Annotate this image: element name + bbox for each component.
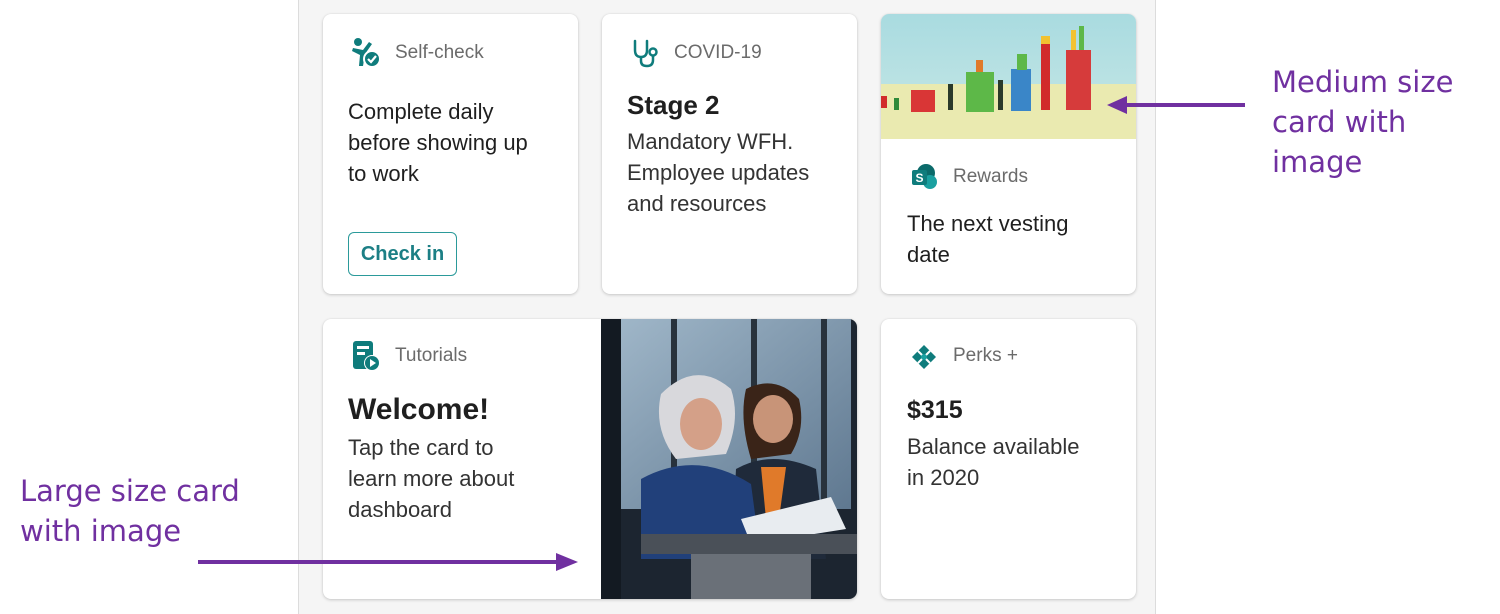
card-body: Tap the card to learn more about dashboa… bbox=[348, 432, 514, 525]
medium-card-arrow bbox=[1107, 96, 1245, 114]
card-title: The next vesting date bbox=[907, 208, 1068, 270]
check-in-button[interactable]: Check in bbox=[348, 232, 457, 276]
stethoscope-icon bbox=[628, 36, 662, 70]
person-check-icon bbox=[349, 36, 383, 70]
annotation-line: Medium size bbox=[1272, 65, 1454, 99]
medium-card-annotation: Medium size card with image bbox=[1272, 62, 1453, 182]
perks-gift-icon bbox=[907, 339, 941, 373]
card-body-line: Mandatory WFH. bbox=[627, 129, 794, 154]
self-check-card[interactable]: Self-check Complete daily before showing… bbox=[323, 14, 578, 294]
card-body-line: dashboard bbox=[348, 497, 452, 522]
card-label: Tutorials bbox=[395, 345, 468, 366]
card-title: Welcome! bbox=[348, 393, 490, 426]
card-label: Self-check bbox=[395, 42, 484, 63]
card-title-line: date bbox=[907, 242, 950, 267]
card-body-line: and resources bbox=[627, 191, 767, 216]
card-body-line: in 2020 bbox=[907, 465, 980, 490]
large-card-annotation: Large size card with image bbox=[20, 471, 240, 551]
tutorial-video-icon bbox=[349, 339, 383, 373]
card-title-line: to work bbox=[348, 161, 419, 186]
dashboard-panel: Self-check Complete daily before showing… bbox=[298, 0, 1156, 614]
annotation-line: card with bbox=[1272, 105, 1407, 139]
card-title-line: The next vesting bbox=[907, 211, 1069, 236]
card-body: Mandatory WFH. Employee updates and reso… bbox=[627, 126, 809, 219]
annotation-line: image bbox=[1272, 145, 1363, 179]
covid-card[interactable]: COVID-19 Stage 2 Mandatory WFH. Employee… bbox=[602, 14, 857, 294]
card-title-line: before showing up bbox=[348, 130, 528, 155]
card-title: $315 bbox=[907, 396, 963, 424]
card-title: Complete daily before showing up to work bbox=[348, 96, 528, 189]
card-label: Perks + bbox=[953, 345, 1018, 366]
svg-text:S: S bbox=[915, 171, 923, 185]
card-body-line: Balance available bbox=[907, 434, 1080, 459]
rewards-card[interactable]: S Rewards The next vesting date bbox=[881, 14, 1136, 294]
card-label: COVID-19 bbox=[674, 42, 762, 63]
perks-card[interactable]: Perks + $315 Balance available in 2020 bbox=[881, 319, 1136, 599]
card-body-line: learn more about bbox=[348, 466, 515, 491]
card-body: Balance available in 2020 bbox=[907, 431, 1079, 493]
card-body-line: Employee updates bbox=[627, 160, 810, 185]
office-photo-image bbox=[601, 319, 857, 599]
bar-chart-image bbox=[881, 14, 1136, 139]
card-label: Rewards bbox=[953, 166, 1028, 187]
large-card-arrow bbox=[198, 553, 578, 571]
annotation-line: with image bbox=[20, 514, 182, 548]
sharepoint-icon: S bbox=[907, 160, 941, 194]
card-title: Stage 2 bbox=[627, 90, 720, 120]
card-body-line: Tap the card to bbox=[348, 435, 494, 460]
annotation-line: Large size card bbox=[20, 474, 240, 508]
card-title-line: Complete daily bbox=[348, 99, 494, 124]
